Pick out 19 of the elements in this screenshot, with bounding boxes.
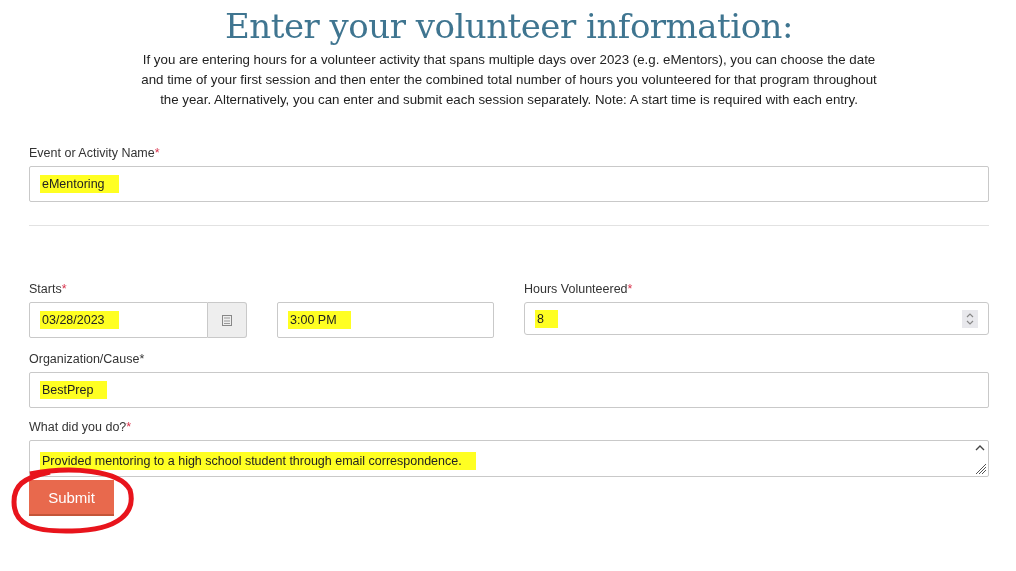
scrollbar[interactable] — [974, 444, 986, 474]
field-label: Event or Activity Name* — [29, 146, 160, 160]
calendar-button[interactable] — [208, 302, 247, 338]
field-label: Organization/Cause* — [29, 352, 145, 366]
field-label: Starts* — [29, 282, 67, 296]
scroll-up-icon — [974, 444, 986, 452]
intro-paragraph: If you are entering hours for a volunteer activity that spans multiple days over 2023 (e.g. eMentors), you can choose the date and time of your first session and then enter the combined total number of hours you volunteered for that program throughout the year. Alternatively, you can enter and submit each session separately. Note: A start time is required with each entry. — [140, 51, 878, 109]
field-label: Hours Volunteered* — [524, 282, 633, 296]
spinner-button[interactable] — [962, 309, 978, 328]
input-field[interactable]: 3:00 PM — [277, 302, 494, 338]
calendar-icon — [222, 314, 232, 326]
resize-grip-icon — [974, 464, 986, 474]
input-field[interactable]: BestPrep — [29, 372, 989, 408]
text-area[interactable]: Provided mentoring to a high school student through email correspondence. — [29, 440, 989, 477]
input-field[interactable]: 03/28/2023 — [29, 302, 208, 338]
field-label: What did you do?* — [29, 420, 132, 434]
page-title: Enter your volunteer information: — [224, 6, 794, 46]
input-field[interactable]: eMentoring — [29, 166, 989, 202]
input-field[interactable]: 8 — [524, 302, 989, 335]
